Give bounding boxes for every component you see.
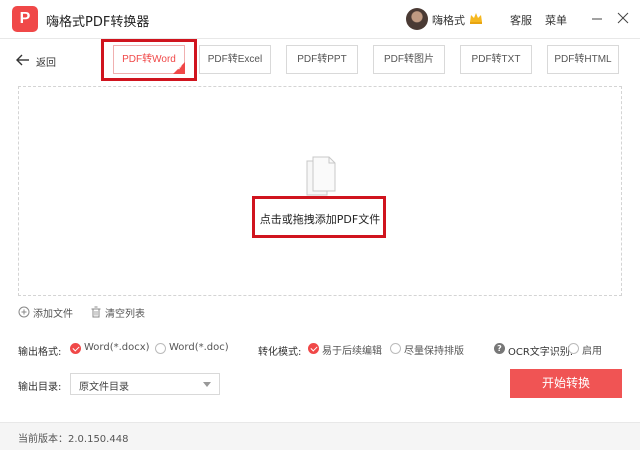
support-button[interactable]: 客服 xyxy=(510,12,532,28)
ocr-label: OCR文字识别: xyxy=(508,347,574,358)
radio-label: 易于后续编辑 xyxy=(322,346,382,357)
tab-pdf-to-txt[interactable]: PDF转TXT xyxy=(460,45,532,74)
menu-button[interactable]: 菜单 xyxy=(545,12,567,28)
radio-checked-icon xyxy=(70,343,81,354)
radio-label: 尽量保持排版 xyxy=(404,346,464,357)
radio-label: Word(*.doc) xyxy=(169,342,229,353)
crown-icon[interactable] xyxy=(468,10,484,26)
tab-label: PDF转PPT xyxy=(297,54,347,65)
radio-unchecked-icon xyxy=(568,343,579,354)
clear-list-label: 清空列表 xyxy=(105,309,145,320)
convert-mode-label: 转化模式: xyxy=(258,347,302,358)
status-bar: 当前版本：2.0.150.448 xyxy=(0,423,640,450)
file-icon xyxy=(306,156,336,196)
radio-unchecked-icon xyxy=(390,343,401,354)
tab-label: PDF转Excel xyxy=(207,54,263,65)
output-dir-value: 原文件目录 xyxy=(79,382,129,393)
output-format-label: 输出格式: xyxy=(18,347,62,358)
drop-zone-text: 点击或拖拽添加PDF文件 xyxy=(259,213,381,226)
minimize-icon[interactable] xyxy=(588,8,606,28)
version-text: 当前版本：2.0.150.448 xyxy=(18,434,129,445)
title-bar: P 嗨格式PDF转换器 嗨格式 客服 菜单 xyxy=(0,0,640,38)
check-icon: ✓ xyxy=(177,65,183,72)
tab-pdf-to-ppt[interactable]: PDF转PPT xyxy=(286,45,358,74)
help-icon[interactable]: ? xyxy=(494,343,505,354)
tab-pdf-to-html[interactable]: PDF转HTML xyxy=(547,45,619,74)
user-avatar[interactable] xyxy=(406,8,428,30)
start-convert-button[interactable]: 开始转换 xyxy=(510,369,622,398)
tab-label: PDF转TXT xyxy=(471,54,521,65)
file-drop-zone[interactable]: 点击或拖拽添加PDF文件 xyxy=(18,86,622,296)
chevron-down-icon xyxy=(203,382,211,387)
plus-circle-icon xyxy=(18,306,30,318)
username[interactable]: 嗨格式 xyxy=(432,12,465,28)
radio-label: 启用 xyxy=(582,346,602,357)
trash-icon xyxy=(91,306,101,318)
tab-pdf-to-image[interactable]: PDF转图片 xyxy=(373,45,445,74)
close-icon[interactable] xyxy=(614,8,632,28)
app-title: 嗨格式PDF转换器 xyxy=(46,15,150,30)
radio-label: Word(*.docx) xyxy=(84,342,150,353)
tab-label: PDF转Word xyxy=(122,54,176,65)
tab-pdf-to-excel[interactable]: PDF转Excel xyxy=(199,45,271,74)
header-divider xyxy=(0,38,640,39)
tab-label: PDF转HTML xyxy=(554,54,612,65)
app-logo: P xyxy=(12,6,38,32)
output-dir-label: 输出目录: xyxy=(18,382,62,393)
tab-label: PDF转图片 xyxy=(384,54,434,65)
radio-unchecked-icon xyxy=(155,343,166,354)
add-file-label: 添加文件 xyxy=(33,309,73,320)
tab-pdf-to-word[interactable]: PDF转Word ✓ xyxy=(113,45,185,74)
arrow-left-icon xyxy=(16,54,29,66)
back-label: 返回 xyxy=(36,58,56,69)
output-dir-select[interactable]: 原文件目录 xyxy=(70,373,220,395)
radio-checked-icon xyxy=(308,343,319,354)
